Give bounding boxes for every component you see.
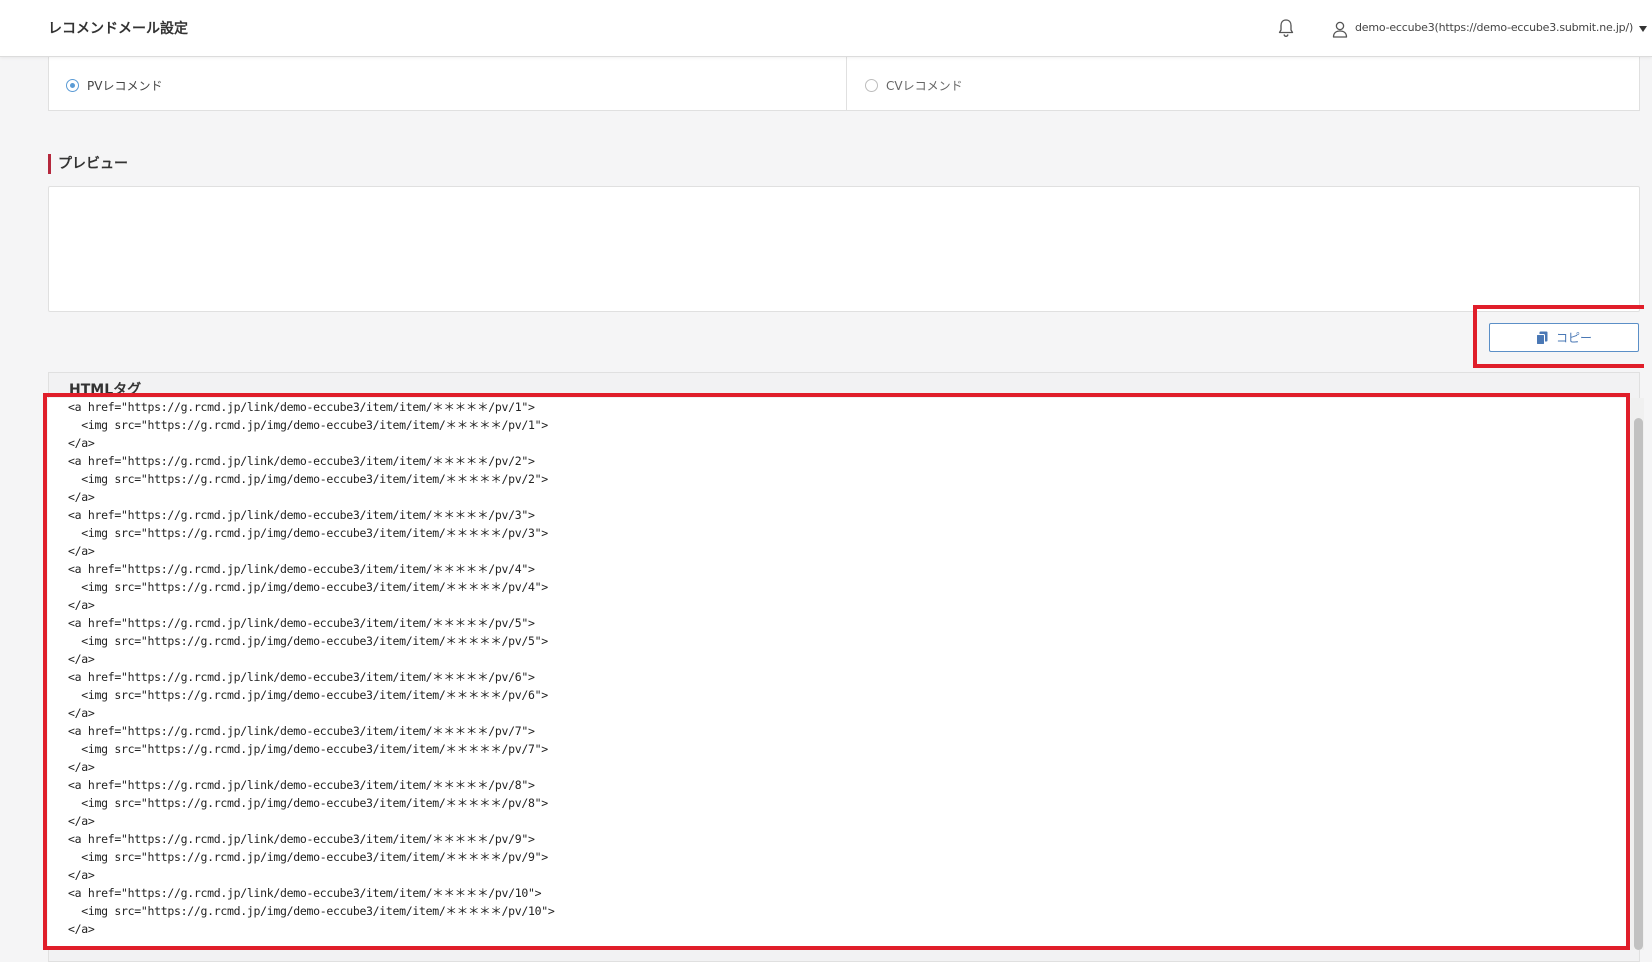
html-tag-code-textarea[interactable]: <a href="https://g.rcmd.jp/link/demo-ecc…: [48, 398, 1628, 946]
radio-button-checked[interactable]: [66, 79, 79, 92]
code-line: <a href="https://g.rcmd.jp/link/demo-ecc…: [68, 562, 535, 576]
code-line: </a>: [68, 706, 95, 720]
code-line: </a>: [68, 760, 95, 774]
radio-label: CVレコメンド: [886, 79, 963, 93]
code-line: <a href="https://g.rcmd.jp/link/demo-ecc…: [68, 616, 535, 630]
preview-heading: プレビュー: [48, 154, 128, 174]
code-line: </a>: [68, 544, 95, 558]
code-line: <a href="https://g.rcmd.jp/link/demo-ecc…: [68, 832, 535, 846]
radio-cv-recommend[interactable]: CVレコメンド: [865, 77, 963, 94]
code-line: <a href="https://g.rcmd.jp/link/demo-ecc…: [68, 508, 535, 522]
code-line: <img src="https://g.rcmd.jp/img/demo-ecc…: [68, 418, 548, 432]
code-line: <a href="https://g.rcmd.jp/link/demo-ecc…: [68, 724, 535, 738]
code-line: <img src="https://g.rcmd.jp/img/demo-ecc…: [68, 904, 555, 918]
code-line: <img src="https://g.rcmd.jp/img/demo-ecc…: [68, 850, 548, 864]
code-line: <a href="https://g.rcmd.jp/link/demo-ecc…: [68, 454, 535, 468]
copy-button-label: コピー: [1555, 331, 1592, 345]
divider: [846, 57, 847, 110]
code-line: <img src="https://g.rcmd.jp/img/demo-ecc…: [68, 472, 548, 486]
page-scrollbar[interactable]: [1644, 56, 1652, 962]
code-line: <img src="https://g.rcmd.jp/img/demo-ecc…: [68, 526, 548, 540]
code-line: <img src="https://g.rcmd.jp/img/demo-ecc…: [68, 634, 548, 648]
code-line: </a>: [68, 490, 95, 504]
code-line: </a>: [68, 598, 95, 612]
preview-area: [48, 186, 1640, 312]
copy-button[interactable]: コピー: [1489, 323, 1639, 352]
code-scrollbar-thumb[interactable]: [1634, 418, 1643, 950]
code-lines: <a href="https://g.rcmd.jp/link/demo-ecc…: [68, 398, 555, 938]
code-line: <img src="https://g.rcmd.jp/img/demo-ecc…: [68, 742, 548, 756]
code-line: </a>: [68, 922, 95, 936]
code-line: <a href="https://g.rcmd.jp/link/demo-ecc…: [68, 670, 535, 684]
code-line: <img src="https://g.rcmd.jp/img/demo-ecc…: [68, 796, 548, 810]
code-line: </a>: [68, 868, 95, 882]
caret-down-icon[interactable]: [1639, 26, 1647, 32]
top-header: レコメンドメール設定 demo-eccube3(https://demo-ecc…: [0, 0, 1652, 57]
code-line: </a>: [68, 814, 95, 828]
code-line: <a href="https://g.rcmd.jp/link/demo-ecc…: [68, 778, 535, 792]
code-line: </a>: [68, 436, 95, 450]
radio-pv-recommend[interactable]: PVレコメンド: [66, 77, 162, 94]
code-line: <img src="https://g.rcmd.jp/img/demo-ecc…: [68, 688, 548, 702]
radio-button-unchecked[interactable]: [865, 79, 878, 92]
page-title: レコメンドメール設定: [48, 21, 188, 37]
recommend-type-selector: PVレコメンド CVレコメンド: [48, 57, 1640, 111]
user-icon[interactable]: [1332, 20, 1348, 38]
html-tag-heading: HTMLタグ: [69, 382, 142, 398]
bell-icon[interactable]: [1277, 18, 1295, 38]
code-line: </a>: [68, 652, 95, 666]
code-line: <img src="https://g.rcmd.jp/img/demo-ecc…: [68, 580, 548, 594]
code-line: <a href="https://g.rcmd.jp/link/demo-ecc…: [68, 400, 535, 414]
code-line: <a href="https://g.rcmd.jp/link/demo-ecc…: [68, 886, 542, 900]
radio-label: PVレコメンド: [87, 79, 163, 93]
copy-icon: [1535, 331, 1548, 345]
account-name[interactable]: demo-eccube3(https://demo-eccube3.submit…: [1355, 21, 1633, 34]
